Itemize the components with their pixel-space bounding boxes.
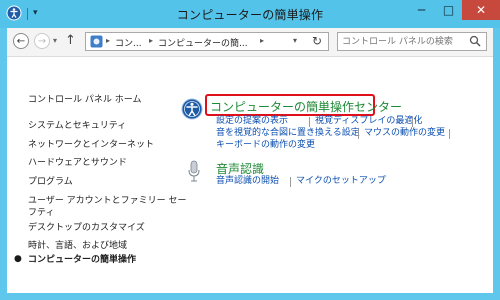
link-separator — [290, 177, 291, 187]
control-panel-icon — [90, 35, 103, 48]
main-content: コンピューターの簡単操作センター 設定の提案の表示 視覚ディスプレイの最適化 音… — [172, 56, 493, 293]
address-dropdown-icon[interactable]: ▾ — [293, 36, 297, 45]
search-icon[interactable] — [469, 35, 481, 47]
link-keyboard-settings[interactable]: キーボードの動作の変更 — [216, 140, 315, 151]
address-bar[interactable]: ▸ コン... ▸ コンピューターの簡... ▸ ▾ ↻ — [85, 32, 329, 51]
control-panel-window: ▾ コンピューターの簡単操作 ─ □ ✕ ← → ▾ ↑ ▸ コン... ▸ コ… — [0, 0, 500, 300]
ease-center-title-link[interactable]: コンピューターの簡単操作センター — [210, 98, 402, 115]
link-mouse-settings[interactable]: マウスの動作の変更 — [364, 128, 445, 139]
sidebar-item-personalization[interactable]: デスクトップのカスタマイズ — [28, 222, 145, 234]
link-set-up-microphone[interactable]: マイクのセットアップ — [296, 176, 386, 187]
sidebar-item-user-accounts[interactable]: ユーザー アカウントとファミリー セー — [28, 195, 187, 207]
up-arrow-icon[interactable]: ↑ — [65, 33, 76, 48]
link-sound-visual-cues[interactable]: 音を視覚的な合図に置き換える設定 — [216, 128, 360, 139]
sidebar: コントロール パネル ホーム システムとセキュリティ ネットワークとインターネッ… — [7, 56, 187, 293]
breadcrumb-ease-of-access[interactable]: コンピューターの簡... — [158, 36, 248, 49]
navigation-bar: ← → ▾ ↑ ▸ コン... ▸ コンピューターの簡... ▸ ▾ ↻ — [7, 28, 493, 57]
link-separator — [449, 129, 450, 139]
link-separator — [309, 117, 310, 127]
sidebar-item-ease-of-access: コンピューターの簡単操作 — [28, 255, 137, 265]
sidebar-item-system-security[interactable]: システムとセキュリティ — [28, 120, 126, 132]
link-suggested-settings[interactable]: 設定の提案の表示 — [216, 116, 288, 127]
window-bottom-border — [0, 293, 500, 300]
sidebar-item-network[interactable]: ネットワークとインターネット — [28, 139, 154, 151]
search-box[interactable] — [337, 32, 487, 51]
breadcrumb-separator-icon[interactable]: ▸ — [260, 36, 264, 45]
breadcrumb-separator-icon[interactable]: ▸ — [106, 36, 110, 45]
breadcrumb-control-panel[interactable]: コン... — [115, 36, 142, 49]
maximize-button[interactable]: □ — [435, 0, 462, 20]
breadcrumb-separator-icon[interactable]: ▸ — [149, 36, 153, 45]
search-input[interactable] — [342, 34, 462, 49]
ease-of-access-icon[interactable] — [181, 98, 203, 120]
sidebar-item-clock-language-region[interactable]: 時計、言語、および地域 — [28, 240, 127, 252]
close-button[interactable]: ✕ — [462, 0, 500, 20]
minimize-button[interactable]: ─ — [408, 0, 435, 20]
microphone-icon[interactable] — [187, 160, 201, 184]
sidebar-item-programs[interactable]: プログラム — [28, 176, 73, 188]
refresh-icon[interactable]: ↻ — [312, 34, 322, 48]
sidebar-item-user-accounts-wrap[interactable]: フティ — [28, 207, 54, 219]
sidebar-item-hardware-sound[interactable]: ハードウェアとサウンド — [28, 157, 127, 169]
current-item-bullet: ● — [14, 254, 22, 264]
sidebar-item-control-panel-home[interactable]: コントロール パネル ホーム — [28, 94, 141, 106]
speech-recognition-title-link[interactable]: 音声認識 — [216, 160, 264, 177]
client-area: ← → ▾ ↑ ▸ コン... ▸ コンピューターの簡... ▸ ▾ ↻ コント… — [7, 28, 493, 293]
title-bar[interactable]: ▾ コンピューターの簡単操作 ─ □ ✕ — [0, 0, 500, 28]
link-optimize-display[interactable]: 視覚ディスプレイの最適化 — [315, 116, 422, 127]
back-arrow-icon[interactable]: ← — [13, 33, 29, 49]
link-separator — [358, 129, 359, 139]
recent-locations-dropdown-icon[interactable]: ▾ — [53, 36, 57, 45]
link-start-speech-recognition[interactable]: 音声認識の開始 — [216, 176, 279, 187]
link-separator — [412, 117, 413, 127]
forward-arrow-icon[interactable]: → — [34, 33, 50, 49]
